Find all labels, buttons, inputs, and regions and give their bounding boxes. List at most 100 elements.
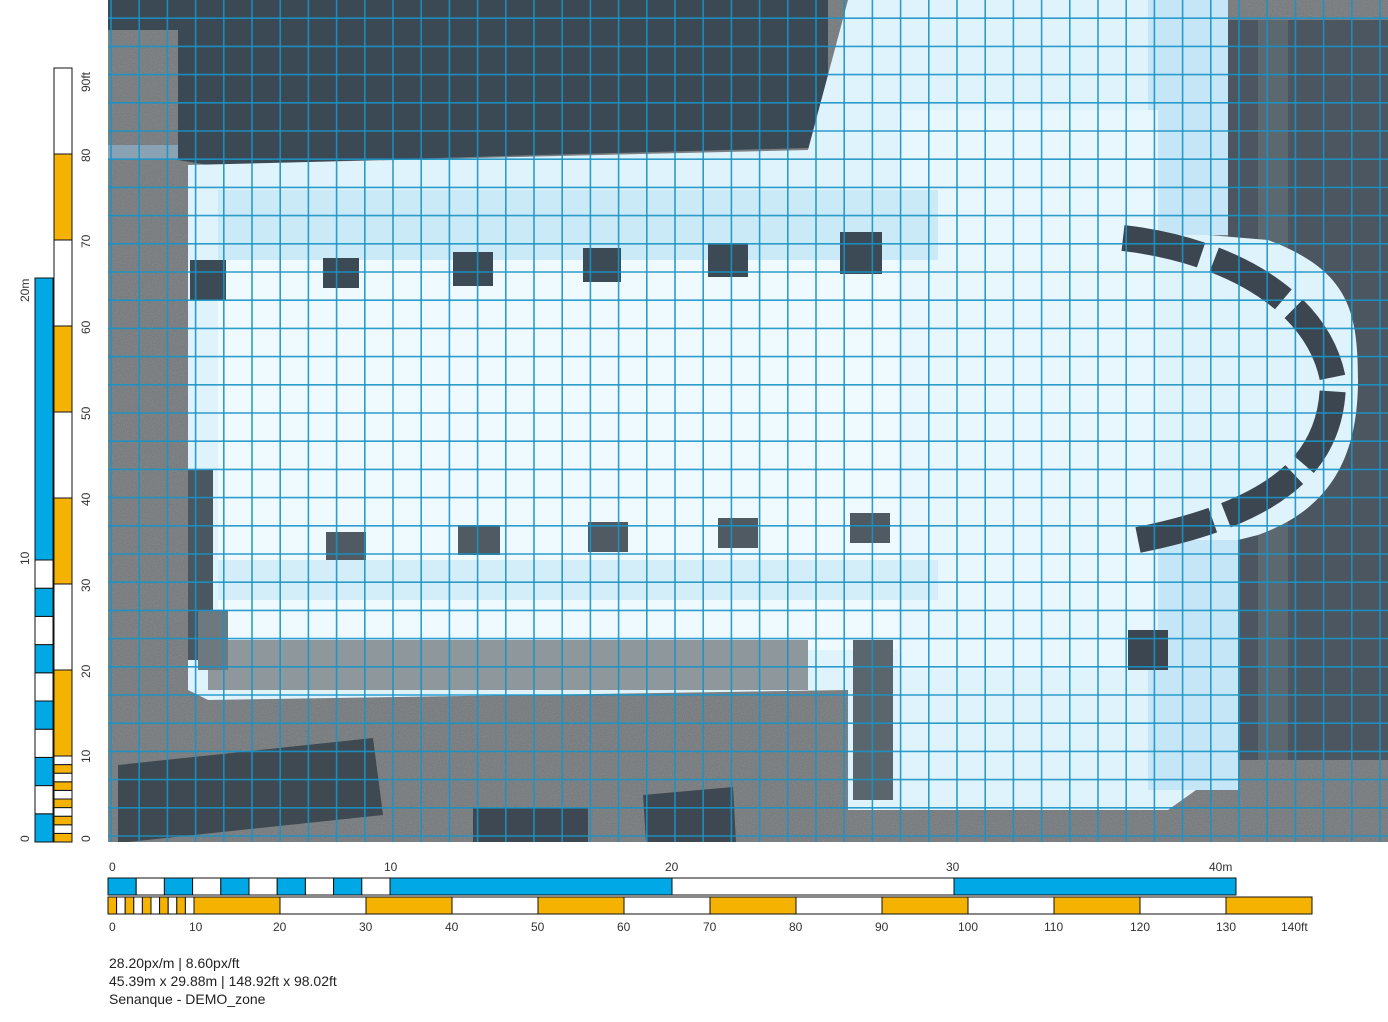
vi-seg-3	[53, 807, 73, 817]
vi-big-seg-7	[53, 153, 73, 241]
hi-big-seg-3	[365, 896, 453, 915]
pixel-density-info: 28.20px/m | 8.60px/ft	[109, 955, 240, 971]
vm-seg-1	[34, 785, 54, 815]
vi-label-90ft: 90ft	[79, 71, 93, 92]
vi-label-50: 50	[79, 406, 93, 420]
hi-seg-6	[159, 896, 169, 915]
hi-seg-3	[133, 896, 143, 915]
hi-seg-8	[176, 896, 186, 915]
vi-seg-9	[53, 755, 73, 766]
north-roof	[108, 0, 828, 165]
hm-seg-9	[361, 877, 391, 896]
vi-label-0: 0	[79, 835, 93, 842]
hi-seg-5	[150, 896, 161, 915]
hm-seg-2	[163, 877, 194, 896]
hi-big-seg-5	[537, 896, 625, 915]
vi-label-60: 60	[79, 320, 93, 334]
horizontal-metric-scale	[107, 877, 1237, 896]
vi-seg-2	[53, 815, 73, 826]
hi-big-seg-11	[1053, 896, 1141, 915]
vi-label-70: 70	[79, 234, 93, 248]
south-building-2	[473, 808, 588, 842]
hm-seg-7	[304, 877, 335, 896]
vm-seg-9	[34, 559, 54, 589]
vi-big-seg-8	[53, 67, 73, 155]
hi-big-seg-8	[795, 896, 883, 915]
vi-seg-0	[53, 832, 73, 843]
hm-seg-3	[192, 877, 222, 896]
vi-label-20: 20	[79, 664, 93, 678]
hm-label-10: 10	[384, 860, 398, 874]
horizontal-metric-labels: 0 10 20 30 40m	[109, 860, 1232, 874]
zone-name: Senanque - DEMO_zone	[109, 991, 266, 1007]
hm-seg-5	[248, 877, 278, 896]
vm-seg-4	[34, 700, 54, 730]
vi-big-seg-6	[53, 239, 73, 327]
hm-seg-4	[220, 877, 250, 896]
hi-big-seg-2	[279, 896, 367, 915]
hi-big-seg-12	[1139, 896, 1227, 915]
hi-label-20: 20	[273, 920, 287, 934]
hi-label-50: 50	[531, 920, 545, 934]
hm-big-seg-1	[389, 877, 673, 896]
vi-big-seg-5	[53, 325, 73, 413]
hi-label-90: 90	[875, 920, 889, 934]
south-building-3	[643, 787, 736, 842]
hi-big-seg-9	[881, 896, 969, 915]
vm-seg-0	[34, 813, 54, 843]
hm-big-seg-2	[671, 877, 955, 896]
hi-label-10: 10	[189, 920, 203, 934]
hi-label-130: 130	[1216, 920, 1236, 934]
hm-seg-6	[276, 877, 306, 896]
vi-seg-6	[53, 781, 73, 791]
hm-label-40m: 40m	[1209, 860, 1232, 874]
hm-label-0: 0	[109, 860, 116, 874]
vm-seg-8	[34, 587, 54, 617]
vm-seg-3	[34, 728, 54, 758]
hi-big-seg-10	[967, 896, 1055, 915]
hi-big-seg-4	[451, 896, 539, 915]
vi-big-seg-2	[53, 583, 73, 671]
vm-seg-6	[34, 644, 54, 674]
vi-label-30: 30	[79, 578, 93, 592]
vi-big-seg-4	[53, 411, 73, 499]
hi-label-140ft: 140ft	[1281, 920, 1308, 934]
vertical-imperial-labels: 0 10 20 30 40 50 60 70 80 90ft	[79, 71, 93, 842]
hm-label-30: 30	[946, 860, 960, 874]
south-wall	[208, 640, 808, 690]
hi-label-30: 30	[359, 920, 373, 934]
hi-seg-7	[167, 896, 178, 915]
vi-seg-7	[53, 772, 73, 783]
vi-seg-1	[53, 824, 73, 834]
vertical-imperial-scale	[53, 67, 73, 843]
vertical-metric-labels: 0 10 20m	[18, 279, 32, 842]
hi-label-110: 110	[1044, 920, 1063, 934]
south-chapel-dark	[1128, 630, 1168, 670]
vi-seg-4	[53, 798, 73, 809]
horizontal-imperial-labels: 0 10 20 30 40 50 60 70 80 90 100 110 120…	[109, 920, 1308, 934]
hi-seg-1	[116, 896, 126, 915]
nave-south-band	[218, 560, 938, 600]
hi-label-0: 0	[109, 920, 116, 934]
hi-big-seg-13	[1225, 896, 1313, 915]
vm-label-20m: 20m	[18, 279, 32, 302]
hm-seg-8	[333, 877, 363, 896]
extent-info: 45.39m x 29.88m | 148.92ft x 98.02ft	[109, 973, 337, 989]
hi-label-100: 100	[958, 920, 978, 934]
hm-seg-0	[107, 877, 137, 896]
vi-big-seg-1	[53, 669, 73, 757]
vi-seg-8	[53, 764, 73, 774]
hi-label-60: 60	[617, 920, 631, 934]
hi-seg-4	[141, 896, 152, 915]
vi-label-10: 10	[79, 749, 93, 763]
hi-seg-2	[124, 896, 135, 915]
hi-label-120: 120	[1130, 920, 1150, 934]
plan-map[interactable]	[108, 0, 1388, 842]
vi-label-80: 80	[79, 148, 93, 162]
nave-north-band	[218, 190, 938, 260]
vm-label-0: 0	[18, 835, 32, 842]
hm-big-seg-3	[953, 877, 1237, 896]
vi-seg-5	[53, 789, 73, 800]
vm-seg-7	[34, 615, 54, 646]
vm-label-10: 10	[18, 551, 32, 565]
